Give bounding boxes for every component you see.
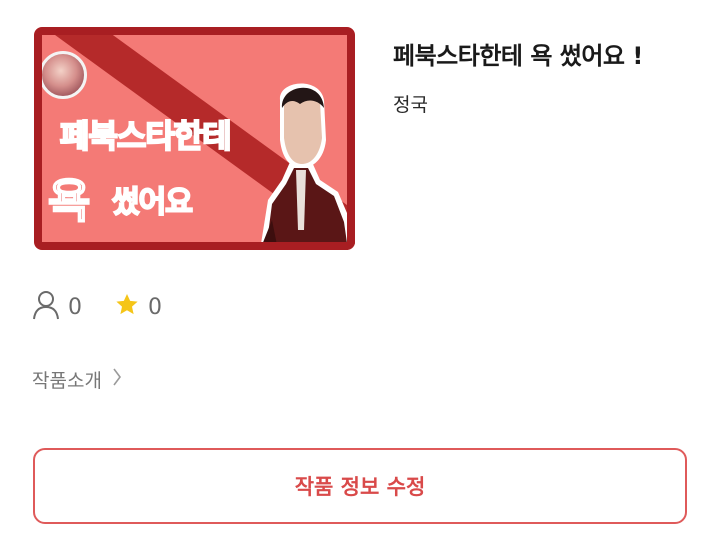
readers-count: 0 (68, 294, 82, 320)
cover-image[interactable]: 페북스타한테 욕 썼어요 (34, 27, 355, 250)
work-title: 페북스타한테 욕 썼어요 ! (393, 42, 643, 70)
person-icon (32, 290, 60, 324)
work-author: 정국 (393, 94, 428, 116)
work-detail-page: 페북스타한테 욕 썼어요 페북스타한테 욕 썼어요 ! 정국 0 0 작품소개 … (0, 0, 720, 540)
stars-stat: 0 (114, 292, 162, 322)
stats-row: 0 0 (32, 290, 194, 324)
star-icon (114, 292, 140, 322)
intro-link[interactable]: 작품소개 (32, 366, 122, 393)
intro-label: 작품소개 (32, 370, 102, 392)
cover-frame (34, 27, 355, 250)
chevron-right-icon (112, 367, 122, 392)
edit-work-info-button[interactable]: 작품 정보 수정 (33, 448, 687, 524)
readers-stat: 0 (32, 290, 82, 324)
stars-count: 0 (148, 294, 162, 320)
